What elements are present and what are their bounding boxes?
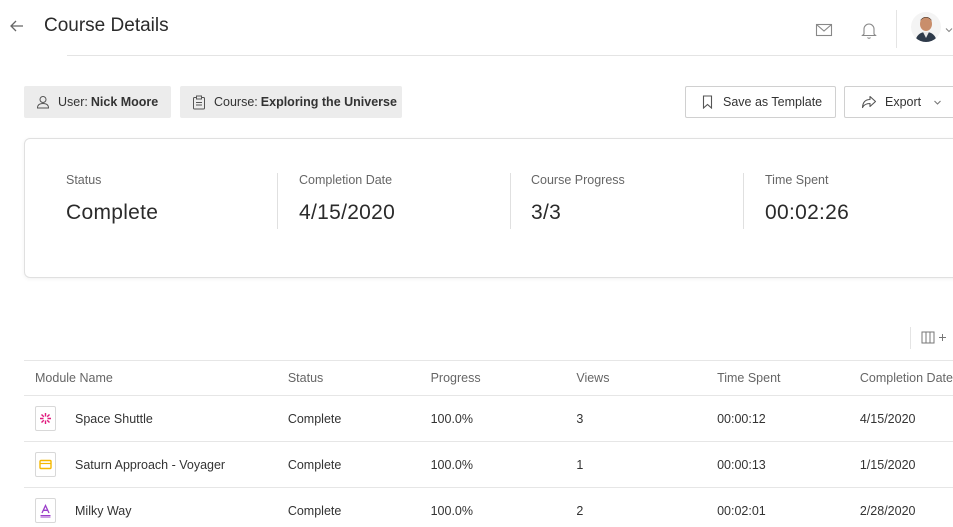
mail-icon[interactable] bbox=[815, 22, 833, 38]
course-summary-card: Status Complete Completion Date 4/15/202… bbox=[24, 138, 953, 278]
column-header-completion-date[interactable]: Completion Date bbox=[859, 360, 953, 396]
summary-divider bbox=[277, 173, 278, 229]
course-filter-chip[interactable]: Course: Exploring the Universe bbox=[180, 86, 402, 118]
document-module-icon bbox=[35, 498, 56, 523]
export-button[interactable]: Export bbox=[844, 86, 953, 118]
summary-completion-date: Completion Date 4/15/2020 bbox=[299, 173, 395, 225]
module-name[interactable]: Milky Way bbox=[75, 504, 131, 518]
module-status: Complete bbox=[287, 487, 431, 527]
summary-value: 00:02:26 bbox=[765, 201, 850, 224]
shuttle-module-icon bbox=[35, 406, 56, 431]
module-completion-date: 2/28/2020 bbox=[859, 487, 953, 527]
header-divider bbox=[67, 55, 953, 56]
bell-icon[interactable] bbox=[860, 20, 878, 40]
column-chooser-separator bbox=[910, 327, 911, 349]
summary-value: 4/15/2020 bbox=[299, 201, 396, 224]
summary-label: Completion Date bbox=[299, 173, 393, 187]
summary-label: Course Progress bbox=[531, 173, 625, 187]
app-header: Course Details bbox=[0, 0, 953, 56]
summary-divider bbox=[510, 173, 511, 229]
summary-divider bbox=[743, 173, 744, 229]
column-header-views[interactable]: Views bbox=[576, 360, 718, 396]
table-row[interactable]: Saturn Approach - Voyager Complete 100.0… bbox=[24, 441, 953, 488]
module-completion-date: 4/15/2020 bbox=[859, 395, 953, 442]
table-row[interactable]: Milky Way Complete 100.0% 2 00:02:01 2/2… bbox=[24, 487, 953, 527]
module-views: 1 bbox=[576, 441, 718, 488]
summary-value: Complete bbox=[66, 201, 159, 224]
module-time-spent: 00:02:01 bbox=[717, 487, 860, 527]
page-title: Course Details bbox=[44, 15, 169, 36]
summary-label: Time Spent bbox=[765, 173, 829, 187]
column-header-module-name[interactable]: Module Name bbox=[24, 360, 288, 396]
export-label: Export bbox=[885, 95, 922, 109]
module-progress: 100.0% bbox=[430, 441, 577, 488]
summary-course-progress: Course Progress 3/3 bbox=[531, 173, 625, 225]
module-views: 3 bbox=[576, 395, 718, 442]
chevron-down-icon[interactable] bbox=[945, 26, 953, 34]
table-header-row: Module Name Status Progress Views Time S… bbox=[24, 360, 953, 396]
summary-time-spent: Time Spent 00:02:26 bbox=[765, 173, 849, 225]
summary-status: Status Complete bbox=[66, 173, 158, 225]
share-icon bbox=[861, 95, 877, 109]
module-progress: 100.0% bbox=[430, 395, 577, 442]
module-views: 2 bbox=[576, 487, 718, 527]
summary-label: Status bbox=[66, 173, 102, 187]
course-filter-label: Course: bbox=[214, 95, 258, 109]
presentation-module-icon bbox=[35, 452, 56, 477]
user-filter-label: User: bbox=[58, 95, 88, 109]
module-completion-date: 1/15/2020 bbox=[859, 441, 953, 488]
add-column-icon[interactable] bbox=[920, 330, 950, 346]
user-avatar[interactable] bbox=[911, 12, 941, 42]
user-filter-value: Nick Moore bbox=[90, 95, 159, 109]
module-time-spent: 00:00:12 bbox=[717, 395, 860, 442]
column-header-progress[interactable]: Progress bbox=[430, 360, 577, 396]
back-arrow-icon[interactable] bbox=[7, 14, 27, 38]
module-name[interactable]: Saturn Approach - Voyager bbox=[75, 458, 225, 472]
user-filter-chip[interactable]: User: Nick Moore bbox=[24, 86, 171, 118]
module-name[interactable]: Space Shuttle bbox=[75, 412, 153, 426]
table-row[interactable]: Space Shuttle Complete 100.0% 3 00:00:12… bbox=[24, 395, 953, 442]
module-progress: 100.0% bbox=[430, 487, 577, 527]
column-header-status[interactable]: Status bbox=[287, 360, 431, 396]
summary-value: 3/3 bbox=[531, 201, 562, 224]
header-separator bbox=[896, 10, 897, 48]
bookmark-icon bbox=[702, 95, 713, 109]
save-as-template-label: Save as Template bbox=[723, 95, 823, 109]
course-filter-value: Exploring the Universe bbox=[260, 95, 397, 109]
modules-table: Module Name Status Progress Views Time S… bbox=[24, 360, 953, 527]
module-status: Complete bbox=[287, 395, 431, 442]
chevron-down-icon bbox=[934, 100, 942, 105]
user-icon bbox=[36, 96, 50, 109]
clipboard-icon bbox=[193, 95, 205, 109]
module-status: Complete bbox=[287, 441, 431, 488]
module-time-spent: 00:00:13 bbox=[717, 441, 860, 488]
column-header-time-spent[interactable]: Time Spent bbox=[717, 360, 860, 396]
save-as-template-button[interactable]: Save as Template bbox=[685, 86, 836, 118]
